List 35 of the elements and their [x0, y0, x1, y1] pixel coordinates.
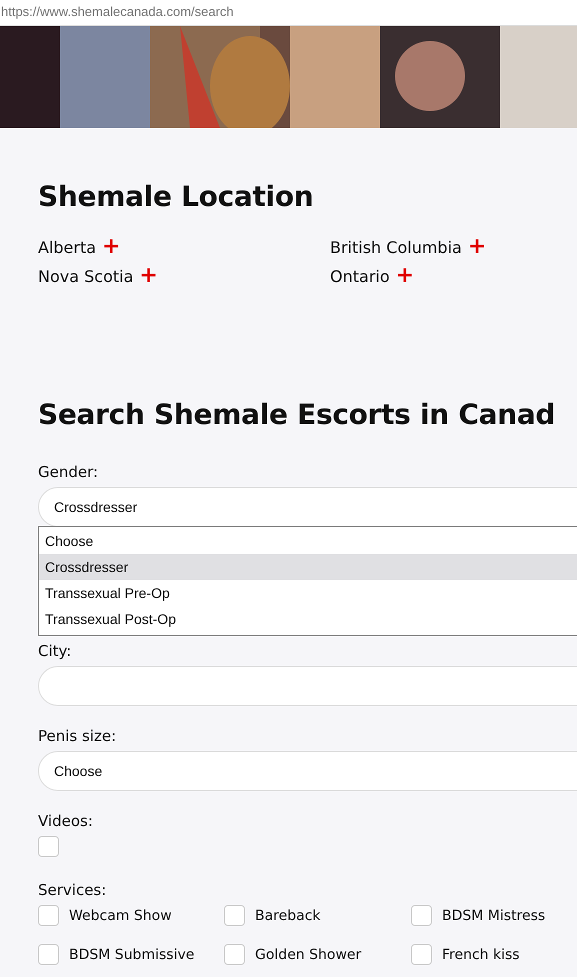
expand-icon[interactable]: +: [396, 266, 414, 286]
checkbox[interactable]: [38, 836, 59, 857]
checkbox-label: French kiss: [442, 946, 520, 962]
checkbox-label: Bareback: [255, 908, 321, 924]
checkbox[interactable]: [38, 905, 59, 926]
select-field[interactable]: Choose: [38, 751, 577, 791]
checkbox[interactable]: [411, 944, 432, 965]
location-link[interactable]: Alberta: [38, 238, 96, 256]
dropdown-option[interactable]: Transsexual Pre-Op: [39, 580, 577, 606]
checkbox[interactable]: [411, 905, 432, 926]
expand-icon[interactable]: +: [468, 237, 486, 257]
dropdown-option[interactable]: Choose: [39, 528, 577, 554]
field-label: Gender:: [38, 463, 100, 481]
checkbox[interactable]: [224, 905, 245, 926]
checkbox-label: Webcam Show: [69, 908, 172, 924]
location-link[interactable]: Ontario: [330, 266, 390, 286]
field-label: Videos:: [38, 812, 94, 830]
field-label: City:: [38, 642, 72, 660]
checkbox-label: BDSM Submissive: [69, 946, 194, 962]
field-label: Services:: [38, 881, 108, 899]
checkbox-label: Golden Shower: [255, 946, 362, 962]
location-link[interactable]: Nova Scotia: [38, 266, 134, 286]
checkbox-label: BDSM Mistress: [442, 908, 546, 924]
dropdown-option[interactable]: Crossdresser: [39, 554, 577, 580]
expand-icon[interactable]: +: [102, 237, 120, 257]
select-field[interactable]: Crossdresser: [38, 487, 577, 527]
section-heading: Shemale Location: [38, 180, 314, 213]
input-field[interactable]: [38, 666, 577, 706]
dropdown-option[interactable]: Transsexual Post-Op: [39, 606, 577, 632]
section-heading: Search Shemale Escorts in Canad: [38, 398, 556, 431]
checkbox[interactable]: [224, 944, 245, 965]
location-link[interactable]: British Columbia: [330, 238, 462, 256]
checkbox[interactable]: [38, 944, 59, 965]
expand-icon[interactable]: +: [139, 266, 158, 286]
field-label: Penis size:: [38, 727, 118, 745]
